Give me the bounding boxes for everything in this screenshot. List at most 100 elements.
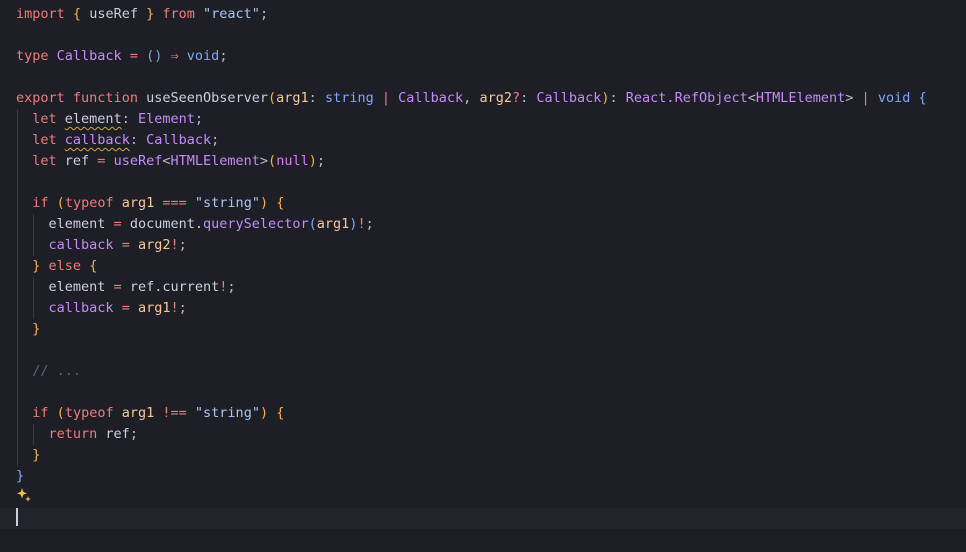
code-token: (	[268, 153, 277, 169]
code-token: =	[121, 237, 130, 253]
code-token: arg1	[276, 90, 309, 106]
code-token: !	[357, 216, 366, 232]
code-token: :	[609, 90, 626, 106]
sparkle-icon[interactable]	[16, 487, 32, 503]
code-token: if	[32, 195, 49, 211]
code-token: type	[16, 48, 49, 64]
code-lines[interactable]: import { useRef } from "react"; type Call…	[16, 4, 966, 529]
code-token: "react"	[203, 6, 260, 22]
code-token: ===	[162, 195, 187, 211]
code-token: "string"	[194, 405, 260, 421]
code-line[interactable]: return ref;	[16, 424, 966, 445]
code-token: ref.current	[121, 279, 220, 295]
code-line[interactable]: element = document.querySelector(arg1)!;	[16, 214, 966, 235]
code-token: =	[113, 279, 122, 295]
indent-guide	[17, 298, 18, 319]
code-token: ⇒	[170, 48, 179, 64]
code-line[interactable]: if (typeof arg1 !== "string") {	[16, 403, 966, 424]
code-token: if	[32, 405, 49, 421]
code-token: ;	[178, 237, 187, 253]
code-token: import	[16, 6, 65, 22]
code-line[interactable]: }	[16, 466, 966, 487]
code-token: )	[259, 405, 269, 421]
code-token: ;	[194, 111, 204, 127]
code-token: callback	[48, 237, 114, 253]
code-line[interactable]: } else {	[16, 256, 966, 277]
code-token: useRef	[81, 6, 147, 22]
code-token: )	[601, 90, 610, 106]
code-token: querySelector	[202, 216, 309, 232]
indent-guide	[17, 445, 18, 466]
code-line[interactable]: if (typeof arg1 === "string") {	[16, 193, 966, 214]
code-line[interactable]: let callback: Callback;	[16, 130, 966, 151]
code-token: string	[324, 90, 374, 106]
code-token: let	[32, 111, 57, 127]
code-token: Element	[137, 111, 195, 127]
code-token: useRef	[113, 153, 163, 169]
code-token: callback	[64, 132, 130, 148]
code-line[interactable]: }	[16, 319, 966, 340]
code-line[interactable]	[16, 382, 966, 403]
code-line[interactable]	[16, 67, 966, 88]
code-token: :	[121, 111, 138, 127]
code-token: {	[72, 6, 82, 22]
code-token: arg1	[316, 216, 350, 232]
code-token: ;	[227, 279, 236, 295]
code-token: }	[32, 447, 41, 463]
indent-guide	[17, 277, 18, 298]
code-line[interactable]	[0, 508, 966, 529]
code-line[interactable]	[16, 172, 966, 193]
indent-guide	[17, 193, 18, 214]
code-token: Callback	[536, 90, 602, 106]
code-editor[interactable]: import { useRef } from "react"; type Call…	[0, 0, 966, 552]
code-line[interactable]	[16, 487, 966, 508]
code-token: (	[268, 90, 277, 106]
code-line[interactable]: export function useSeenObserver(arg1: st…	[16, 88, 966, 109]
code-token: element	[16, 216, 114, 232]
code-token: :	[308, 90, 325, 106]
code-line[interactable]	[16, 340, 966, 361]
code-line[interactable]: element = ref.current!;	[16, 277, 966, 298]
indent-guide	[17, 361, 18, 382]
code-token: (	[56, 195, 65, 211]
code-token: {	[276, 195, 285, 211]
code-token: arg1	[121, 195, 155, 211]
code-line[interactable]: import { useRef } from "react";	[16, 4, 966, 25]
code-token: !	[170, 300, 179, 316]
code-token: }	[16, 468, 25, 484]
code-token: |	[861, 90, 870, 106]
code-line[interactable]: callback = arg1!;	[16, 298, 966, 319]
code-line[interactable]: // ...	[16, 361, 966, 382]
code-line[interactable]	[16, 25, 966, 46]
indent-guide	[17, 340, 18, 361]
code-token: Callback	[146, 132, 212, 148]
code-token: element	[64, 111, 122, 127]
code-line[interactable]: let element: Element;	[16, 109, 966, 130]
code-token: )	[259, 195, 269, 211]
code-token: }	[32, 321, 41, 337]
code-line[interactable]: let ref = useRef<HTMLElement>(null);	[16, 151, 966, 172]
code-token: !	[170, 237, 179, 253]
indent-guide	[17, 109, 18, 130]
code-line[interactable]: }	[16, 445, 966, 466]
code-line[interactable]: type Callback = () ⇒ void;	[16, 46, 966, 67]
indent-guide	[17, 382, 18, 403]
code-token: HTMLElement	[755, 90, 846, 106]
code-token: let	[32, 153, 57, 169]
code-line[interactable]: callback = arg2!;	[16, 235, 966, 256]
code-token: =	[113, 216, 122, 232]
code-token: "string"	[194, 195, 260, 211]
